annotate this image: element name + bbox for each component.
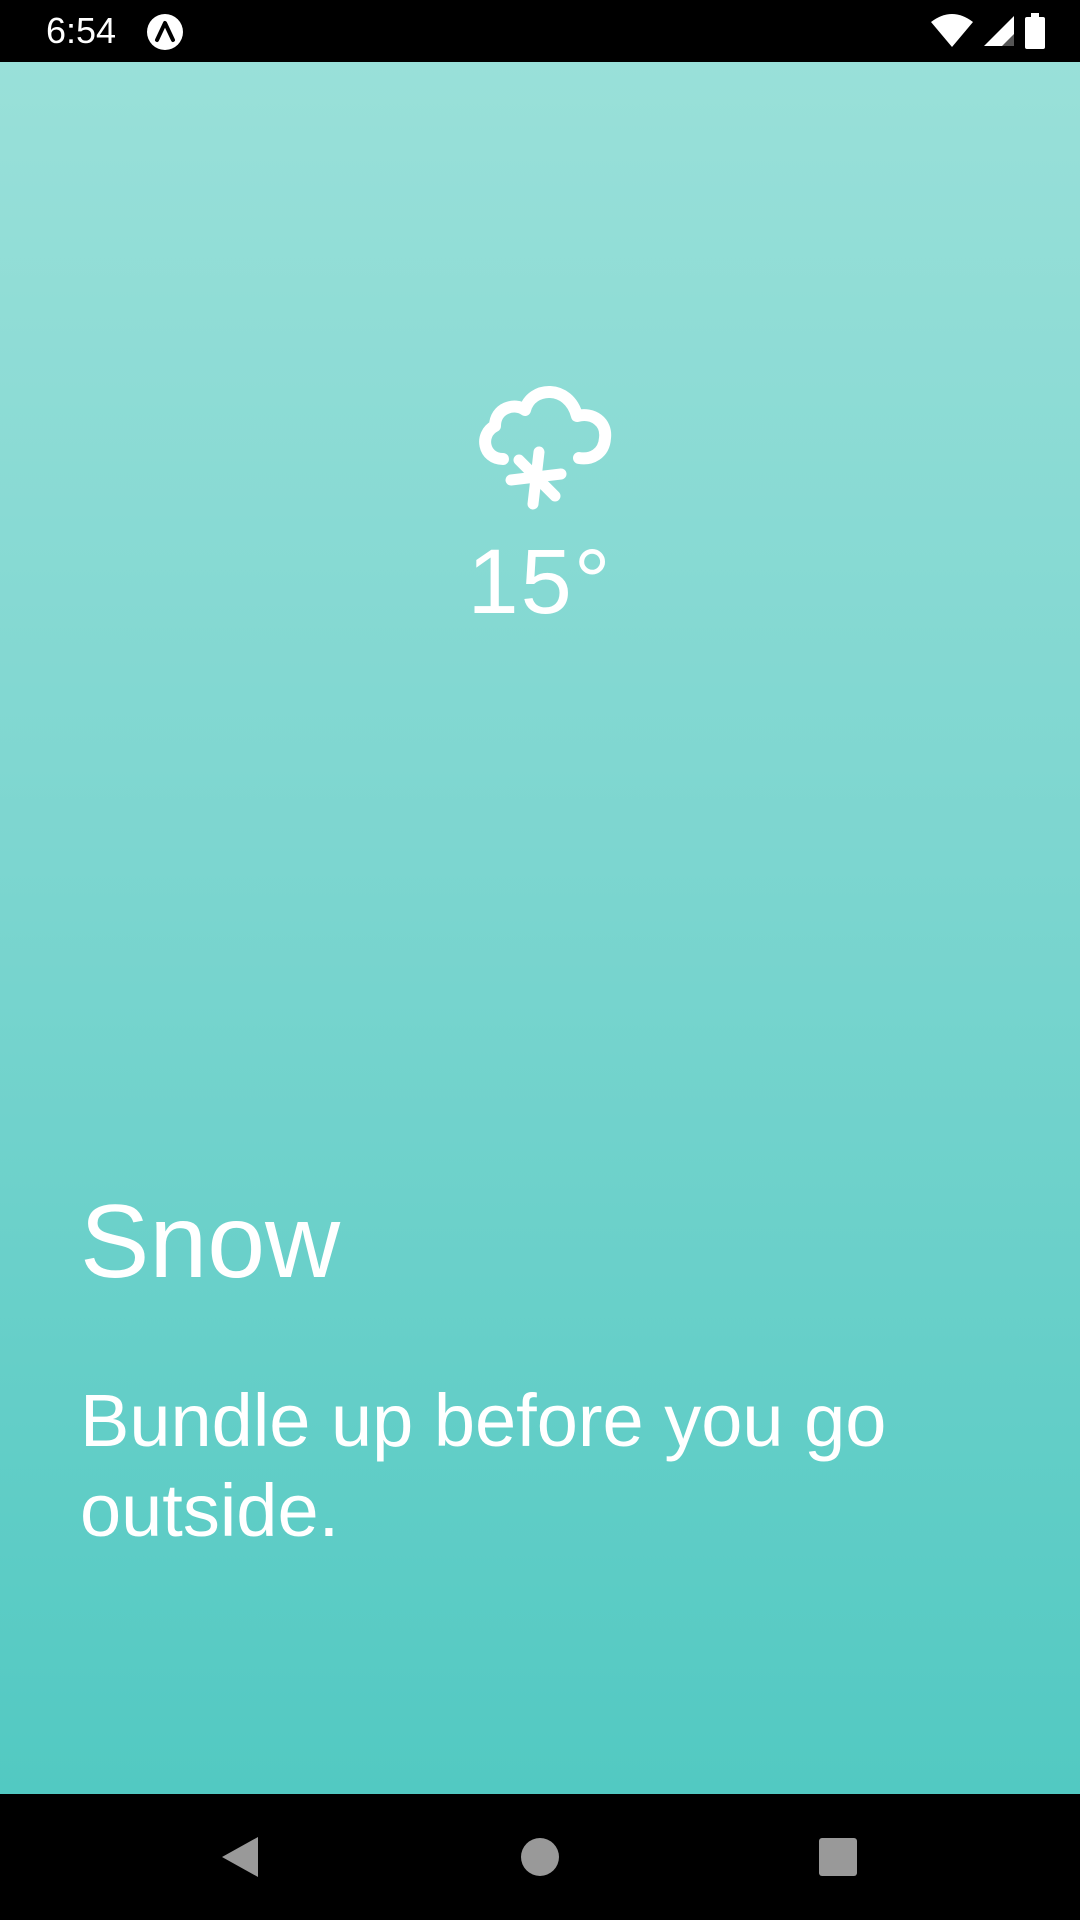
home-icon xyxy=(521,1838,559,1876)
recents-icon xyxy=(819,1838,857,1876)
battery-icon xyxy=(1025,13,1045,49)
condition-title: Snow xyxy=(80,1184,341,1300)
cloud-snow-icon xyxy=(479,386,612,510)
home-button[interactable] xyxy=(508,1825,572,1889)
cellular-signal-icon xyxy=(984,16,1014,46)
status-icons xyxy=(930,12,1046,50)
temperature: 15° xyxy=(467,531,613,633)
navigation-bar xyxy=(0,1794,1080,1920)
recents-button[interactable] xyxy=(806,1825,870,1889)
back-icon xyxy=(222,1837,258,1877)
status-time: 6:54 xyxy=(46,10,117,51)
status-bar: 6:54 xyxy=(0,0,1080,62)
expo-app-icon xyxy=(147,14,183,50)
back-button[interactable] xyxy=(208,1825,272,1889)
condition-message: Bundle up before you go outside. xyxy=(80,1379,887,1552)
screen: 6:54 15° Snow Bundle up before you go ou… xyxy=(0,0,1080,1920)
wifi-icon xyxy=(931,14,973,47)
weather-screen: 15° Snow Bundle up before you go outside… xyxy=(0,62,1080,1794)
